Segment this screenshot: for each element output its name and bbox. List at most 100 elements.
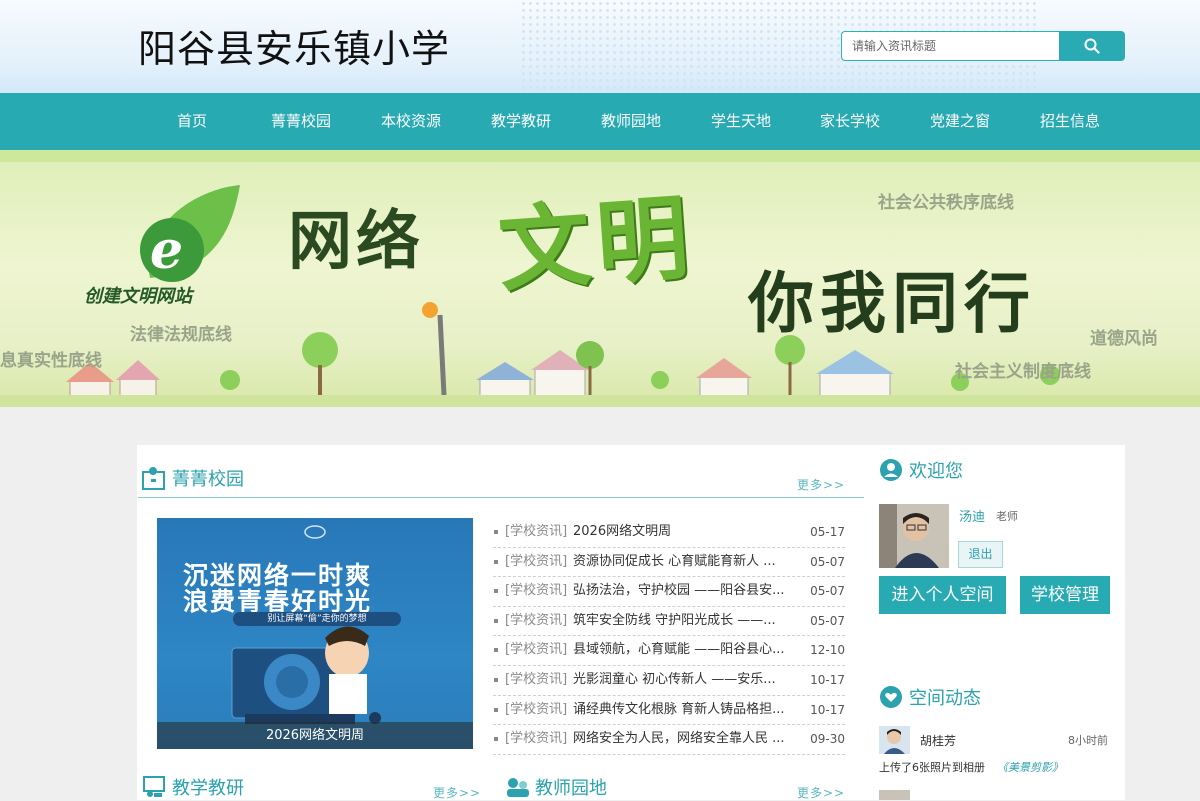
dynamics-header: 空间动态 <box>879 684 981 710</box>
bullet-icon <box>494 648 498 653</box>
news-title[interactable]: 光影润童心 初心传新人 ——安乐... <box>573 666 793 695</box>
dynamics-avatar[interactable] <box>879 726 910 754</box>
nav-item-party[interactable]: 党建之窗 <box>905 93 1015 150</box>
news-title[interactable]: 2026网络文明周 <box>573 518 793 547</box>
news-title[interactable]: 诵经典传文化根脉 育新人铸品格担... <box>573 696 793 725</box>
dynamics-time: 8小时前 <box>1068 734 1108 747</box>
banner-logo-text: 创建文明网站 <box>84 286 192 307</box>
heart-icon <box>880 686 902 708</box>
teaching-more-link[interactable]: 更多>> <box>433 784 481 801</box>
news-tag[interactable]: [学校资讯] <box>505 696 567 725</box>
news-date: 12-10 <box>810 643 845 658</box>
teachers-more-link[interactable]: 更多>> <box>797 784 845 801</box>
dynamics-album-link[interactable]: 《美景剪影》 <box>997 759 1063 775</box>
teachers-section-header: 教师园地 <box>505 774 607 800</box>
user-name[interactable]: 汤迪 <box>959 506 985 525</box>
news-tag[interactable]: [学校资讯] <box>505 518 567 547</box>
welcome-header: 欢迎您 <box>879 457 963 483</box>
campus-featured-image[interactable]: 沉迷网络一时爽 浪费青春好时光 别让屏幕“偷”走你的梦想 2026网络文明周 <box>157 518 473 749</box>
main-nav: 首页 菁菁校园 本校资源 教学教研 教师园地 学生天地 家长学校 党建之窗 招生… <box>0 93 1200 150</box>
welcome-title: 欢迎您 <box>909 461 963 482</box>
news-title[interactable]: 网络安全为人民，网络安全靠人民 ... <box>573 725 793 754</box>
bullet-icon <box>494 618 498 623</box>
bullet-icon <box>494 559 498 564</box>
banner-text-socialism: 社会主义制度底线 <box>955 362 1091 382</box>
news-item[interactable]: [学校资讯] 诵经典传文化根脉 育新人铸品格担... 10-17 <box>493 696 845 726</box>
dynamics-title: 空间动态 <box>909 688 981 709</box>
logout-button[interactable]: 退出 <box>958 541 1003 568</box>
campus-more-link[interactable]: 更多>> <box>797 476 845 493</box>
news-title[interactable]: 资源协同促成长 心育赋能育新人 ... <box>573 548 793 577</box>
news-item[interactable]: [学校资讯] 县域领航，心育赋能 ——阳谷县心... 12-10 <box>493 636 845 666</box>
bullet-icon <box>494 677 498 682</box>
news-tag[interactable]: [学校资讯] <box>505 548 567 577</box>
banner-text-public-order: 社会公共秩序底线 <box>878 193 1014 213</box>
search-input[interactable] <box>841 31 1059 61</box>
featured-caption[interactable]: 2026网络文明周 <box>157 722 473 749</box>
teaching-title[interactable]: 教学教研 <box>172 774 244 800</box>
banner-bottom-stripe <box>0 395 1200 407</box>
news-tag[interactable]: [学校资讯] <box>505 666 567 695</box>
teachers-title[interactable]: 教师园地 <box>535 774 607 800</box>
nav-item-home[interactable]: 首页 <box>137 93 247 150</box>
news-title[interactable]: 筑牢安全防线 守护阳光成长 ——... <box>573 607 793 636</box>
news-date: 09-30 <box>810 732 845 747</box>
campus-title[interactable]: 菁菁校园 <box>172 465 244 491</box>
news-tag[interactable]: [学校资讯] <box>505 607 567 636</box>
search-icon <box>1084 38 1100 54</box>
dynamics-avatar-2[interactable] <box>879 790 910 800</box>
banner-headline-network: 网络 <box>288 204 424 279</box>
dynamics-avatar-photo <box>879 726 910 754</box>
nav-item-campus[interactable]: 菁菁校园 <box>246 93 356 150</box>
news-item[interactable]: [学校资讯] 网络安全为人民，网络安全靠人民 ... 09-30 <box>493 725 845 755</box>
news-date: 05-17 <box>810 525 845 539</box>
bullet-icon <box>494 589 498 594</box>
news-title[interactable]: 县域领航，心育赋能 ——阳谷县心... <box>573 636 793 665</box>
personal-space-button[interactable]: 进入个人空间 <box>879 576 1006 614</box>
news-title[interactable]: 弘扬法治，守护校园 ——阳谷县安... <box>573 577 793 606</box>
dynamics-action: 上传了6张照片到相册 <box>879 761 985 774</box>
avatar[interactable] <box>879 504 949 568</box>
school-admin-button[interactable]: 学校管理 <box>1020 576 1110 614</box>
search-box <box>841 31 1125 61</box>
featured-illustration <box>231 525 381 724</box>
nav-item-teachers[interactable]: 教师园地 <box>576 93 686 150</box>
campus-icon <box>142 467 165 490</box>
news-item[interactable]: [学校资讯] 2026网络文明周 05-17 <box>493 518 845 548</box>
banner-text-law: 法律法规底线 <box>130 325 232 345</box>
bullet-icon <box>494 707 498 712</box>
banner[interactable]: e 社会公共秩序底线 法律法规底线 道德风尚 息真实性底线 社会主义制度底线 网… <box>0 150 1200 407</box>
svg-text:e: e <box>150 220 183 281</box>
user-role: 老师 <box>996 510 1018 523</box>
dynamics-user-name[interactable]: 胡桂芳 <box>920 732 956 749</box>
nav-item-parents[interactable]: 家长学校 <box>795 93 905 150</box>
bullet-icon <box>494 530 498 534</box>
banner-headline-together: 你我同行 <box>748 264 1036 342</box>
news-tag[interactable]: [学校资讯] <box>505 636 567 665</box>
campus-divider <box>138 497 864 498</box>
user-icon <box>880 459 902 481</box>
news-date: 05-07 <box>810 554 845 569</box>
campus-news-list: [学校资讯] 2026网络文明周 05-17 [学校资讯] 资源协同促成长 心育赋能育… <box>493 518 845 755</box>
news-item[interactable]: [学校资讯] 光影润童心 初心传新人 ——安乐... 10-17 <box>493 666 845 696</box>
news-tag[interactable]: [学校资讯] <box>505 577 567 606</box>
news-date: 05-07 <box>810 584 845 599</box>
site-title[interactable]: 阳谷县安乐镇小学 <box>138 18 450 73</box>
nav-item-enrollment[interactable]: 招生信息 <box>1015 93 1125 150</box>
news-date: 10-17 <box>810 702 845 717</box>
news-tag[interactable]: [学校资讯] <box>505 725 567 754</box>
banner-text-truth: 息真实性底线 <box>0 351 102 371</box>
teaching-section-header: 教学教研 <box>142 774 244 800</box>
banner-headline-civilization: 文明 <box>494 183 699 305</box>
search-button[interactable] <box>1059 31 1125 61</box>
nav-item-teaching[interactable]: 教学教研 <box>466 93 576 150</box>
nav-item-students[interactable]: 学生天地 <box>686 93 796 150</box>
campus-section-header: 菁菁校园 <box>142 465 244 491</box>
news-item[interactable]: [学校资讯] 弘扬法治，守护校园 ——阳谷县安... 05-07 <box>493 577 845 607</box>
bullet-icon <box>494 737 498 742</box>
nav-item-resources[interactable]: 本校资源 <box>356 93 466 150</box>
news-item[interactable]: [学校资讯] 筑牢安全防线 守护阳光成长 ——... 05-07 <box>493 607 845 637</box>
news-item[interactable]: [学校资讯] 资源协同促成长 心育赋能育新人 ... 05-07 <box>493 548 845 578</box>
header: 阳谷县安乐镇小学 <box>0 0 1200 93</box>
teaching-icon <box>143 776 165 797</box>
